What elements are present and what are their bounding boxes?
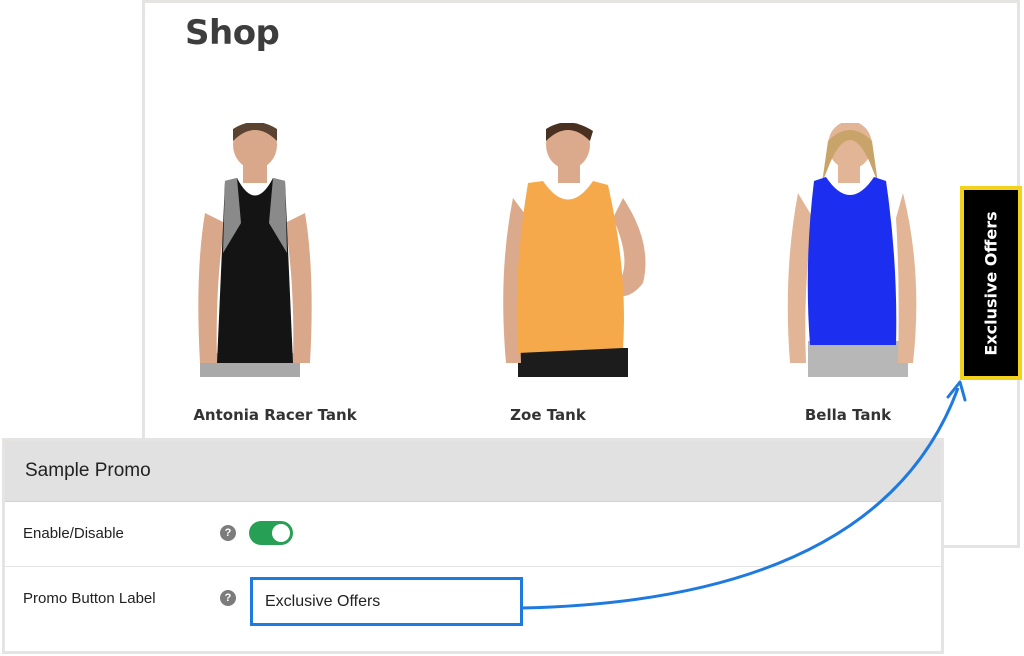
sample-promo-settings: Sample Promo Enable/Disable ? Promo Butt… xyxy=(2,438,944,654)
enable-disable-label: Enable/Disable xyxy=(23,525,124,542)
shop-title: Shop xyxy=(185,13,280,53)
enable-disable-row: Enable/Disable ? xyxy=(5,502,941,567)
promo-button-label-row: Promo Button Label ? xyxy=(5,567,941,631)
settings-title: Sample Promo xyxy=(25,460,151,481)
product-image[interactable] xyxy=(145,123,405,377)
toggle-knob xyxy=(272,524,290,542)
settings-header: Sample Promo xyxy=(5,441,941,502)
product-name[interactable]: Antonia Racer Tank xyxy=(145,406,405,424)
exclusive-offers-promo-button[interactable]: Exclusive Offers xyxy=(960,186,1022,380)
question-icon[interactable]: ? xyxy=(220,525,236,541)
product-image[interactable] xyxy=(418,123,678,377)
promo-button-label: Exclusive Offers xyxy=(981,210,1001,356)
promo-button-label-label: Promo Button Label xyxy=(23,590,156,607)
product-name[interactable]: Bella Tank xyxy=(718,406,978,424)
promo-button-label-input[interactable] xyxy=(250,577,523,626)
enable-toggle[interactable] xyxy=(249,521,293,545)
question-icon[interactable]: ? xyxy=(220,590,236,606)
product-name[interactable]: Zoe Tank xyxy=(418,406,678,424)
product-image[interactable] xyxy=(718,123,978,377)
